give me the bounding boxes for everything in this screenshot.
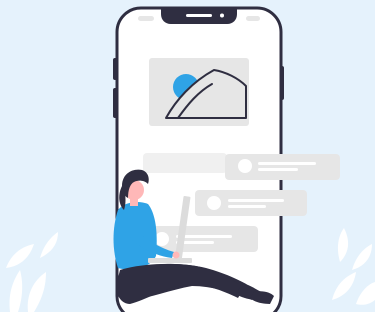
list-card-2 [195,190,307,216]
avatar-icon [207,196,221,210]
plant-left [6,232,58,312]
status-bar-right [246,16,260,21]
leaf-icon [337,228,349,262]
illustration-scene [0,0,375,312]
image-card [149,58,249,126]
speaker-slot [186,14,212,17]
list-card-line [258,168,298,171]
leaf-icon [6,244,34,268]
leaf-icon [332,272,356,300]
front-camera [220,13,224,18]
leaf-icon [356,282,375,305]
list-card-line [258,162,316,165]
list-card-bg [143,153,227,173]
laptop-base [148,258,192,263]
leaf-icon [9,270,23,312]
leaf-icon [40,232,58,258]
avatar-icon [155,232,169,246]
avatar-icon [238,159,252,173]
image-icon [165,69,247,119]
leaf-icon [352,244,372,270]
plant-right [332,228,375,305]
status-bar-left [138,16,154,21]
leaf-icon [27,272,46,312]
person-hand [172,251,180,259]
illustration-canvas [6,6,375,312]
list-card-line [228,199,284,202]
list-card-line [228,205,266,208]
